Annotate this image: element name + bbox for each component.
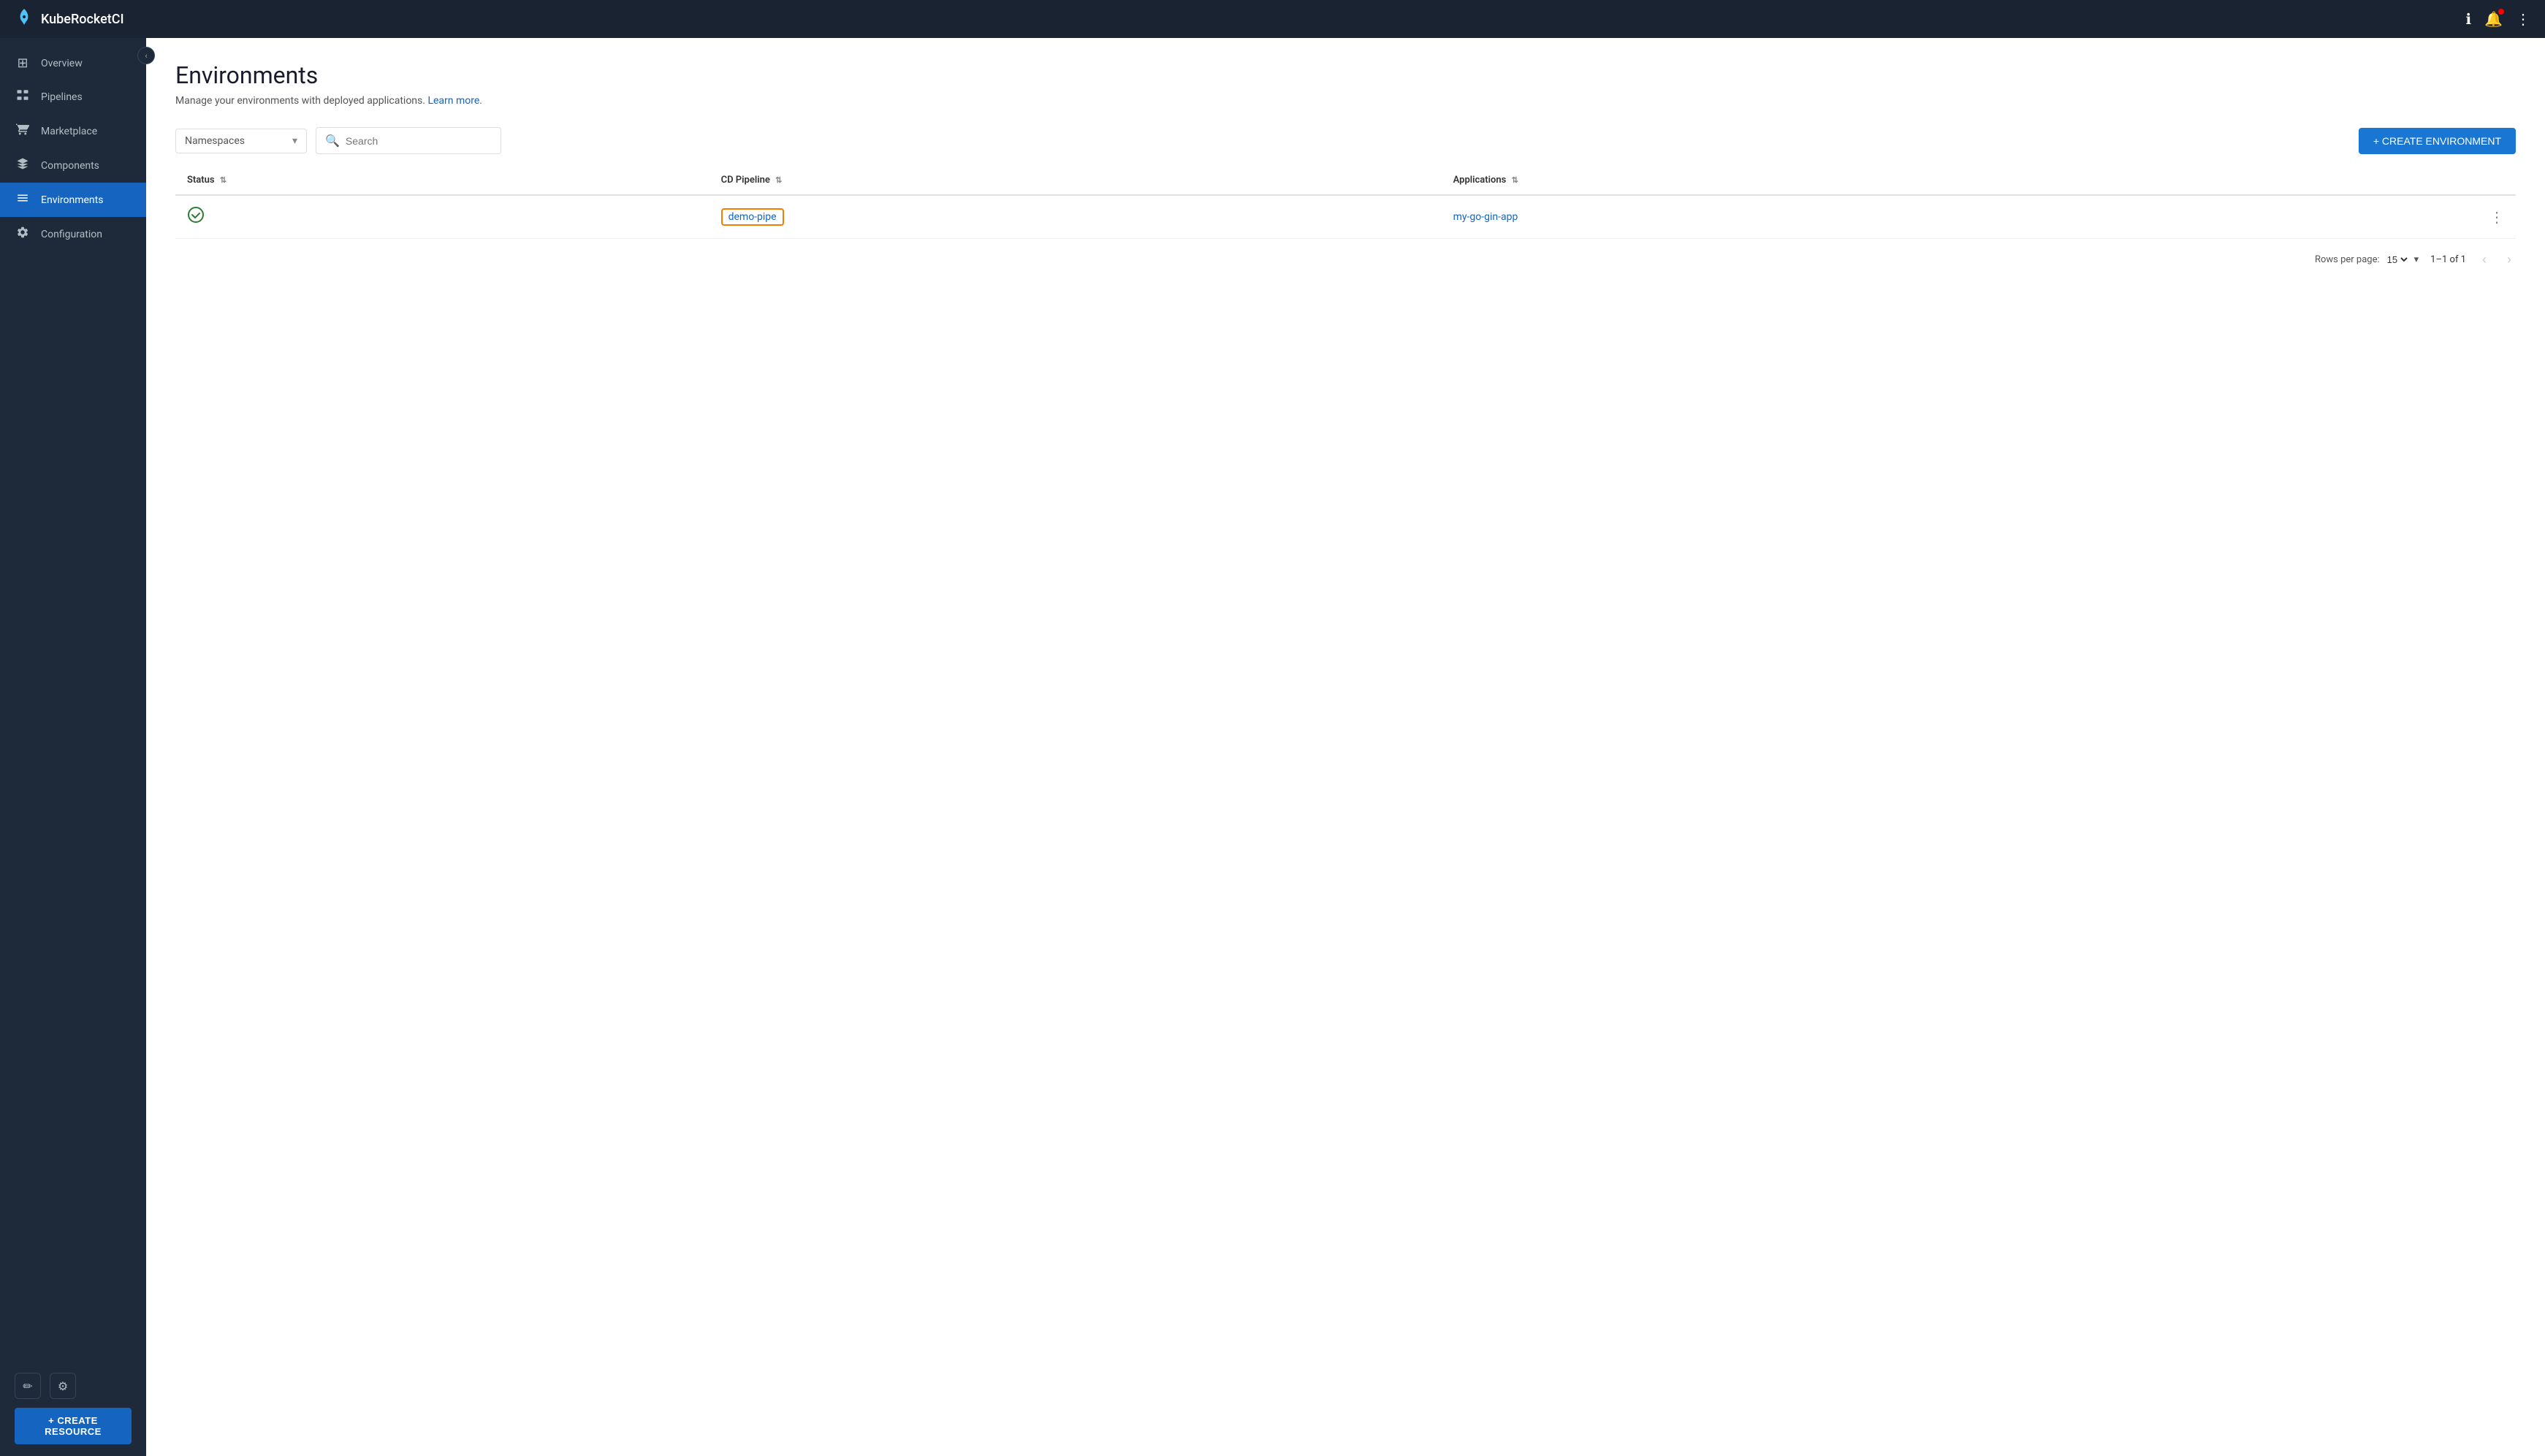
sort-icon: ⇅ [775, 175, 782, 185]
sidebar-collapse-button[interactable]: ‹ [137, 47, 155, 64]
navbar: KubeRocketCI ℹ 🔔 ⋮ [0, 0, 2545, 38]
sidebar-bottom-icons: ✏ ⚙ [15, 1373, 132, 1399]
prev-page-button[interactable]: ‹ [2478, 251, 2491, 269]
settings-icon-button[interactable]: ⚙ [50, 1373, 76, 1399]
environments-table: Status ⇅ CD Pipeline ⇅ Applications ⇅ [175, 166, 2516, 239]
collapse-icon: ‹ [145, 51, 147, 61]
create-environment-button[interactable]: + CREATE ENVIRONMENT [2359, 128, 2516, 154]
sidebar-nav: ⊞ Overview Pipelines Marketpl [0, 38, 146, 1361]
brand-name: KubeRocketCI [41, 12, 124, 27]
sidebar-item-overview[interactable]: ⊞ Overview [0, 47, 146, 80]
toolbar: Namespaces ▾ 🔍 + CREATE ENVIRONMENT [175, 127, 2516, 154]
more-icon: ⋮ [2516, 12, 2530, 28]
info-button[interactable]: ℹ [2465, 10, 2471, 28]
components-icon [15, 157, 31, 174]
sidebar-item-label: Components [41, 160, 99, 172]
sidebar-item-marketplace[interactable]: Marketplace [0, 114, 146, 148]
column-status: Status ⇅ [175, 166, 710, 195]
chevron-down-icon: ▾ [292, 135, 297, 147]
table-body: demo-pipe my-go-gin-app ⋮ [175, 195, 2516, 239]
page-info: 1–1 of 1 [2430, 254, 2466, 265]
chevron-down-icon: ▾ [2414, 254, 2419, 265]
create-resource-label: + CREATE RESOURCE [26, 1415, 120, 1437]
page-title: Environments [175, 61, 2516, 89]
search-icon: 🔍 [325, 134, 340, 148]
notification-dot [2498, 9, 2504, 15]
learn-more-link[interactable]: Learn more. [427, 95, 482, 107]
sidebar-item-label: Configuration [41, 229, 102, 240]
sort-icon: ⇅ [220, 175, 227, 185]
sidebar-item-label: Overview [41, 58, 83, 69]
create-env-label: + CREATE ENVIRONMENT [2373, 135, 2501, 147]
table-row: demo-pipe my-go-gin-app ⋮ [175, 195, 2516, 239]
pipelines-icon [15, 88, 31, 105]
next-page-button[interactable]: › [2503, 251, 2516, 269]
status-ok-icon [187, 210, 205, 228]
info-icon: ℹ [2465, 12, 2471, 28]
navbar-actions: ℹ 🔔 ⋮ [2465, 10, 2530, 28]
rows-per-page-label: Rows per page: [2315, 254, 2380, 265]
applications-col-label: Applications [1453, 175, 1507, 186]
column-cd-pipeline: CD Pipeline ⇅ [710, 166, 1442, 195]
sidebar-item-environments[interactable]: Environments [0, 183, 146, 217]
edit-icon: ✏ [23, 1379, 32, 1393]
sidebar: ‹ ⊞ Overview Pipelines [0, 38, 146, 1456]
main-layout: ‹ ⊞ Overview Pipelines [0, 38, 2545, 1456]
sidebar-item-configuration[interactable]: Configuration [0, 217, 146, 251]
applications-cell: my-go-gin-app [1442, 195, 2194, 239]
sidebar-bottom: ✏ ⚙ + CREATE RESOURCE [0, 1361, 146, 1456]
cd-pipeline-cell: demo-pipe [710, 195, 1442, 239]
notification-button[interactable]: 🔔 [2484, 10, 2503, 28]
column-applications: Applications ⇅ [1442, 166, 2194, 195]
brand-icon [15, 7, 34, 31]
marketplace-icon [15, 123, 31, 140]
table-header: Status ⇅ CD Pipeline ⇅ Applications ⇅ [175, 166, 2516, 195]
sidebar-item-components[interactable]: Components [0, 148, 146, 183]
cd-pipeline-col-label: CD Pipeline [721, 175, 770, 186]
row-menu-button[interactable]: ⋮ [2489, 208, 2504, 226]
rows-per-page-select[interactable]: 15 25 50 [2384, 254, 2410, 266]
content-area: Environments Manage your environments wi… [146, 38, 2545, 1456]
environments-icon [15, 191, 31, 208]
namespace-select[interactable]: Namespaces ▾ [175, 129, 307, 153]
column-actions [2193, 166, 2516, 195]
status-col-label: Status [187, 175, 215, 186]
namespace-label: Namespaces [185, 135, 245, 147]
search-input[interactable] [346, 135, 492, 147]
create-resource-button[interactable]: + CREATE RESOURCE [15, 1408, 132, 1444]
more-menu-button[interactable]: ⋮ [2516, 10, 2530, 28]
overview-icon: ⊞ [15, 56, 31, 71]
sidebar-item-pipelines[interactable]: Pipelines [0, 80, 146, 114]
rows-per-page: Rows per page: 15 25 50 ▾ [2315, 254, 2419, 266]
subtitle-text: Manage your environments with deployed a… [175, 95, 425, 107]
sidebar-item-label: Pipelines [41, 91, 83, 103]
brand: KubeRocketCI [15, 7, 2465, 31]
edit-icon-button[interactable]: ✏ [15, 1373, 41, 1399]
cd-pipeline-link[interactable]: demo-pipe [728, 211, 777, 223]
status-cell [175, 195, 710, 239]
page-subtitle: Manage your environments with deployed a… [175, 95, 2516, 107]
sort-icon: ⇅ [1512, 175, 1518, 185]
settings-icon: ⚙ [58, 1379, 68, 1393]
search-box: 🔍 [316, 127, 501, 154]
sidebar-item-label: Environments [41, 194, 103, 206]
pagination: Rows per page: 15 25 50 ▾ 1–1 of 1 ‹ › [175, 251, 2516, 269]
sidebar-item-label: Marketplace [41, 126, 97, 137]
application-link[interactable]: my-go-gin-app [1453, 211, 1518, 223]
configuration-icon [15, 226, 31, 243]
toolbar-left: Namespaces ▾ 🔍 [175, 127, 501, 154]
row-actions-cell: ⋮ [2193, 195, 2516, 239]
